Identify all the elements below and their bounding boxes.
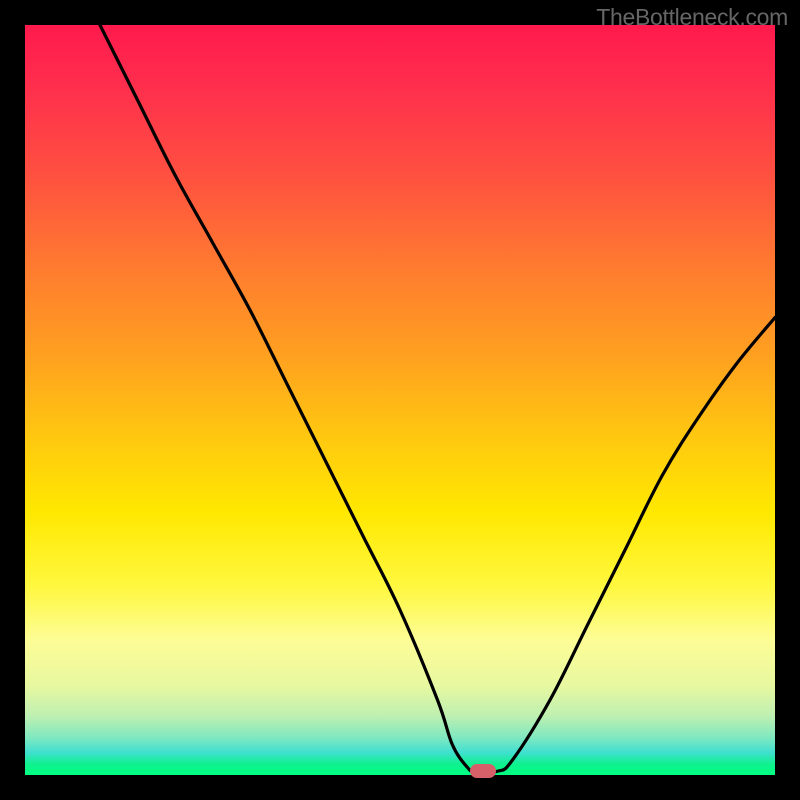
bottleneck-curve-path: [100, 25, 775, 772]
plot-area: [25, 25, 775, 775]
bottleneck-chart: TheBottleneck.com: [0, 0, 800, 800]
curve-svg: [25, 25, 775, 775]
optimal-marker: [470, 764, 496, 778]
watermark-text: TheBottleneck.com: [596, 4, 788, 31]
